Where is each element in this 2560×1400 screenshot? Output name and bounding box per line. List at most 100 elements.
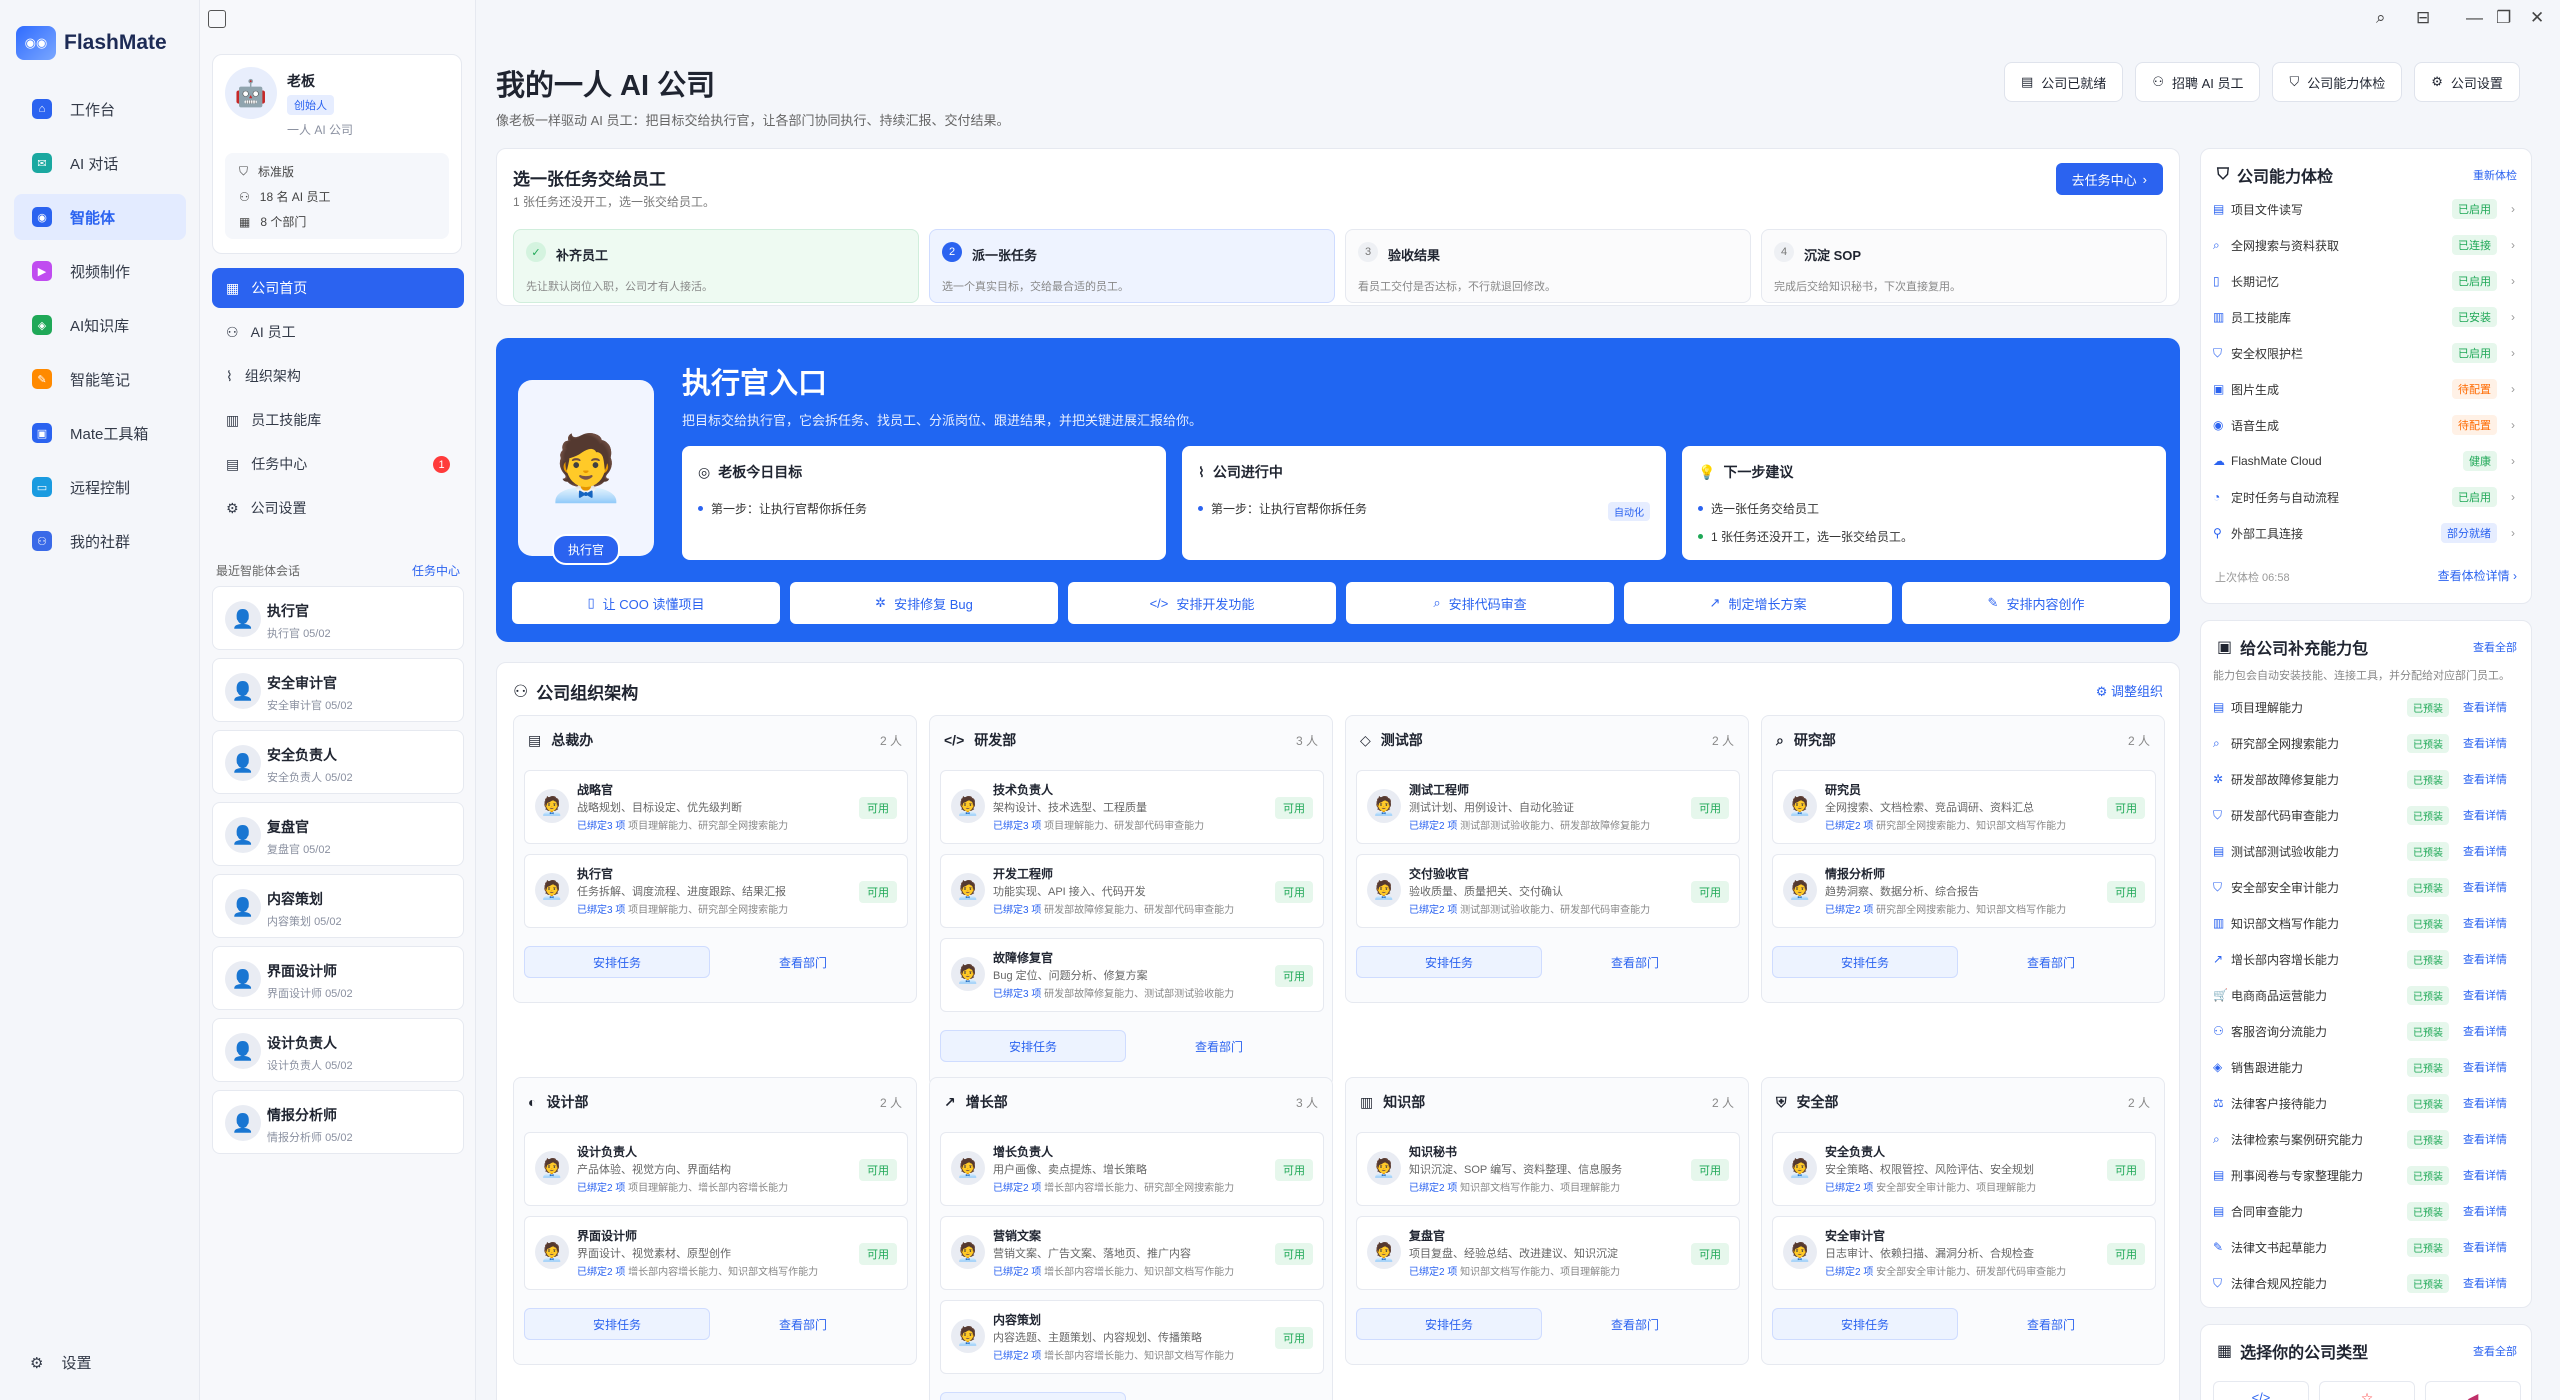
view-department-link[interactable]: 查看部门 [1542,1308,1728,1340]
packs-all-link[interactable]: 查看全部 [2473,639,2517,655]
recent-item[interactable]: 👤 复盘官 复盘官 05/02 [212,802,464,866]
pack-detail-link[interactable]: 查看详情 [2463,1275,2507,1291]
view-department-link[interactable]: 查看部门 [1126,1030,1312,1062]
recent-item[interactable]: 👤 设计负责人 设计负责人 05/02 [212,1018,464,1082]
sidebar-toggle-icon[interactable] [208,10,226,28]
recent-item[interactable]: 👤 界面设计师 界面设计师 05/02 [212,946,464,1010]
quick-action-button[interactable]: ⌕ 安排代码审查 [1346,582,1614,624]
view-department-link[interactable]: 查看部门 [1958,1308,2144,1340]
task-step[interactable]: 2 派一张任务 选一个真实目标，交给最合适的员工。 [929,229,1335,303]
pack-item[interactable]: ⌕ 法律检索与案例研究能力 已预装 查看详情 [2213,1121,2521,1157]
recent-item[interactable]: 👤 内容策划 内容策划 05/02 [212,874,464,938]
recent-item[interactable]: 👤 执行官 执行官 05/02 [212,586,464,650]
employee-card[interactable]: 🧑‍💼 增长负责人 用户画像、卖点提炼、增长策略 已绑定2 项 增长部内容增长能力、研… [940,1132,1324,1206]
capability-item[interactable]: ◔ 定时任务与自动流程 已启用 › [2213,479,2521,515]
assign-task-button[interactable]: 安排任务 [940,1030,1126,1062]
employee-card[interactable]: 🧑‍💼 设计负责人 产品体验、视觉方向、界面结构 已绑定2 项 项目理解能力、增长部内… [524,1132,908,1206]
view-department-link[interactable]: 查看部门 [710,1308,896,1340]
header-button[interactable]: ⚇ 招聘 AI 员工 [2135,62,2261,102]
assign-task-button[interactable]: 安排任务 [940,1392,1126,1400]
quick-action-button[interactable]: ↗ 制定增长方案 [1624,582,1892,624]
nav-item[interactable]: ◈ AI知识库 [14,302,186,348]
menu-item[interactable]: ▥ 员工技能库 [212,400,464,440]
recent-item[interactable]: 👤 安全负责人 安全负责人 05/02 [212,730,464,794]
capability-item[interactable]: ▥ 员工技能库 已安装 › [2213,299,2521,335]
pack-item[interactable]: ⛉ 研发部代码审查能力 已预装 查看详情 [2213,797,2521,833]
settings-nav[interactable]: ⚙ 设置 [30,1352,91,1373]
capability-item[interactable]: ☁ FlashMate Cloud 健康 › [2213,443,2521,479]
screen-icon[interactable]: ⊟ [2416,8,2430,28]
menu-item[interactable]: ⚙ 公司设置 [212,488,464,528]
quick-action-button[interactable]: ▯ 让 COO 读懂项目 [512,582,780,624]
employee-card[interactable]: 🧑‍💼 界面设计师 界面设计、视觉素材、原型创作 已绑定2 项 增长部内容增长能力、知… [524,1216,908,1290]
search-icon[interactable]: ⌕ [2376,8,2386,28]
pack-detail-link[interactable]: 查看详情 [2463,843,2507,859]
assign-task-button[interactable]: 安排任务 [1356,1308,1542,1340]
recent-link[interactable]: 任务中心 [412,562,460,579]
view-department-link[interactable]: 查看部门 [1542,946,1728,978]
employee-card[interactable]: 🧑‍💼 复盘官 项目复盘、经验总结、改进建议、知识沉淀 已绑定2 项 知识部文档写作能… [1356,1216,1740,1290]
nav-item[interactable]: ✎ 智能笔记 [14,356,186,402]
pack-detail-link[interactable]: 查看详情 [2463,1239,2507,1255]
pack-item[interactable]: ↗ 增长部内容增长能力 已预装 查看详情 [2213,941,2521,977]
pack-detail-link[interactable]: 查看详情 [2463,987,2507,1003]
nav-item[interactable]: ⌂ 工作台 [14,86,186,132]
header-button[interactable]: ▤ 公司已就绪 [2004,62,2124,102]
nav-item[interactable]: ✉ AI 对话 [14,140,186,186]
capability-item[interactable]: ◉ 语音生成 待配置 › [2213,407,2521,443]
employee-card[interactable]: 🧑‍💼 知识秘书 知识沉淀、SOP 编写、资料整理、信息服务 已绑定2 项 知识部文档… [1356,1132,1740,1206]
menu-item[interactable]: ⌇ 组织架构 [212,356,464,396]
employee-card[interactable]: 🧑‍💼 开发工程师 功能实现、API 接入、代码开发 已绑定3 项 研发部故障修复能力… [940,854,1324,928]
pack-item[interactable]: ◈ 销售跟进能力 已预装 查看详情 [2213,1049,2521,1085]
assign-task-button[interactable]: 安排任务 [1772,1308,1958,1340]
pack-item[interactable]: ⚇ 客服咨询分流能力 已预装 查看详情 [2213,1013,2521,1049]
employee-card[interactable]: 🧑‍💼 故障修复官 Bug 定位、问题分析、修复方案 已绑定3 项 研发部故障修复能力… [940,938,1324,1012]
pack-item[interactable]: ⛉ 安全部安全审计能力 已预装 查看详情 [2213,869,2521,905]
employee-card[interactable]: 🧑‍💼 安全负责人 安全策略、权限管控、风险评估、安全规划 已绑定2 项 安全部安全审… [1772,1132,2156,1206]
capability-item[interactable]: ▯ 长期记忆 已启用 › [2213,263,2521,299]
quick-action-button[interactable]: ✲ 安排修复 Bug [790,582,1058,624]
pack-detail-link[interactable]: 查看详情 [2463,1023,2507,1039]
nav-item[interactable]: ▶ 视频制作 [14,248,186,294]
capability-item[interactable]: ▣ 图片生成 待配置 › [2213,371,2521,407]
pack-detail-link[interactable]: 查看详情 [2463,1131,2507,1147]
types-all-link[interactable]: 查看全部 [2473,1343,2517,1359]
close-icon[interactable]: ✕ [2530,8,2544,28]
pack-item[interactable]: ✲ 研发部故障修复能力 已预装 查看详情 [2213,761,2521,797]
assign-task-button[interactable]: 安排任务 [524,946,710,978]
pack-detail-link[interactable]: 查看详情 [2463,951,2507,967]
maximize-icon[interactable]: ❐ [2496,8,2511,28]
pack-item[interactable]: ⌕ 研究部全网搜索能力 已预装 查看详情 [2213,725,2521,761]
megaphone-icon[interactable]: ◀ [2425,1381,2521,1400]
pack-detail-link[interactable]: 查看详情 [2463,1095,2507,1111]
nav-item[interactable]: ◉ 智能体 [14,194,186,240]
view-department-link[interactable]: 查看部门 [1126,1392,1312,1400]
menu-item[interactable]: ⚇ AI 员工 [212,312,464,352]
pack-detail-link[interactable]: 查看详情 [2463,735,2507,751]
pack-detail-link[interactable]: 查看详情 [2463,807,2507,823]
task-step[interactable]: 3 验收结果 看员工交付是否达标，不行就退回修改。 [1345,229,1751,303]
header-button[interactable]: ⛉ 公司能力体检 [2272,62,2403,102]
pack-detail-link[interactable]: 查看详情 [2463,1167,2507,1183]
pack-detail-link[interactable]: 查看详情 [2463,699,2507,715]
assign-task-button[interactable]: 安排任务 [1356,946,1542,978]
menu-item[interactable]: ▤ 任务中心 1 [212,444,464,484]
nav-item[interactable]: ⚇ 我的社群 [14,518,186,564]
employee-card[interactable]: 🧑‍💼 内容策划 内容选题、主题策划、内容规划、传播策略 已绑定2 项 增长部内容增长… [940,1300,1324,1374]
employee-card[interactable]: 🧑‍💼 研究员 全网搜索、文档检索、竞品调研、资料汇总 已绑定2 项 研究部全网搜索能… [1772,770,2156,844]
capability-item[interactable]: ⚲ 外部工具连接 部分就绪 › [2213,515,2521,551]
employee-card[interactable]: 🧑‍💼 技术负责人 架构设计、技术选型、工程质量 已绑定3 项 项目理解能力、研发部代… [940,770,1324,844]
recent-item[interactable]: 👤 安全审计官 安全审计官 05/02 [212,658,464,722]
star-icon[interactable]: ☆ [2319,1381,2415,1400]
adjust-org-link[interactable]: ⚙ 调整组织 [2096,681,2163,700]
employee-card[interactable]: 🧑‍💼 安全审计官 日志审计、依赖扫描、漏洞分析、合规检查 已绑定2 项 安全部安全审… [1772,1216,2156,1290]
pack-item[interactable]: ▤ 测试部测试验收能力 已预装 查看详情 [2213,833,2521,869]
capability-item[interactable]: ▤ 项目文件读写 已启用 › [2213,191,2521,227]
pack-item[interactable]: ▤ 刑事阅卷与专家整理能力 已预装 查看详情 [2213,1157,2521,1193]
assign-task-button[interactable]: 安排任务 [524,1308,710,1340]
pack-item[interactable]: ▤ 合同审查能力 已预装 查看详情 [2213,1193,2521,1229]
capability-item[interactable]: ⛉ 安全权限护栏 已启用 › [2213,335,2521,371]
check-details-link[interactable]: 查看体检详情 › [2438,567,2517,584]
pack-item[interactable]: 🛒 电商商品运营能力 已预装 查看详情 [2213,977,2521,1013]
view-department-link[interactable]: 查看部门 [710,946,896,978]
